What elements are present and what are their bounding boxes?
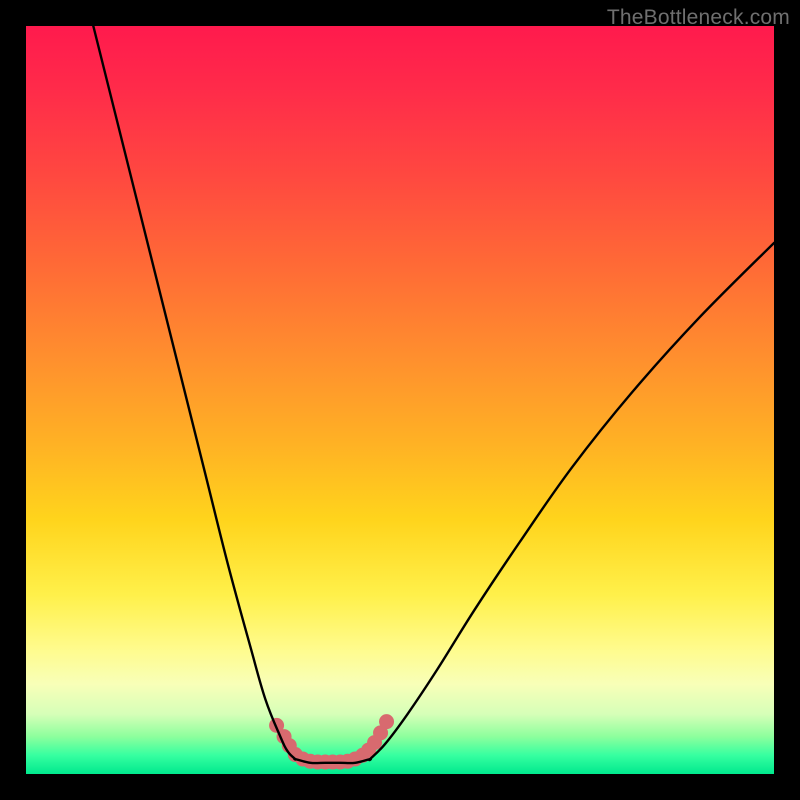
watermark-text: TheBottleneck.com	[607, 6, 790, 30]
highlight-markers	[269, 714, 394, 769]
plot-area	[26, 26, 774, 774]
curve-layer	[26, 26, 774, 774]
marker-dot	[379, 714, 394, 729]
chart-frame: TheBottleneck.com	[0, 0, 800, 800]
bottleneck-curve	[93, 26, 774, 763]
